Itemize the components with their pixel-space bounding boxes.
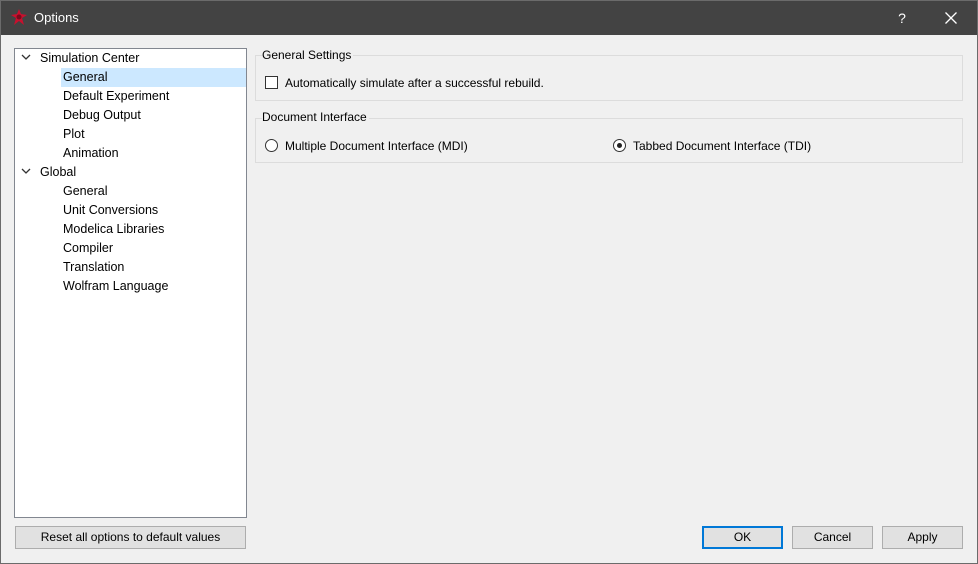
- app-logo-icon: [11, 9, 27, 25]
- auto-simulate-label[interactable]: Automatically simulate after a successfu…: [285, 76, 544, 90]
- tree-item-unit-conversions[interactable]: Unit Conversions: [15, 201, 246, 220]
- title-bar[interactable]: Options ?: [1, 1, 977, 35]
- tree-item-label: Modelica Libraries: [63, 222, 165, 236]
- tree-item-label: Default Experiment: [63, 89, 170, 103]
- radio-selected-dot: [617, 143, 622, 148]
- tree-group-simulation-center[interactable]: Simulation Center: [15, 49, 246, 68]
- tree-item-label: General: [63, 184, 108, 198]
- tree-item-label: Wolfram Language: [63, 279, 169, 293]
- close-icon: [945, 12, 957, 24]
- tree-group-global[interactable]: Global: [15, 163, 246, 182]
- tdi-radio[interactable]: [613, 139, 626, 152]
- tree-item-label: Debug Output: [63, 108, 141, 122]
- tree-item-wolfram-language[interactable]: Wolfram Language: [15, 277, 246, 296]
- close-button[interactable]: [927, 1, 975, 35]
- ok-button[interactable]: OK: [702, 526, 783, 549]
- tree-item-translation[interactable]: Translation: [15, 258, 246, 277]
- tree-item-label: Plot: [63, 127, 85, 141]
- tree-item-animation[interactable]: Animation: [15, 144, 246, 163]
- tree-item-label: General: [63, 70, 108, 84]
- tree-item-modelica-libraries[interactable]: Modelica Libraries: [15, 220, 246, 239]
- options-tree[interactable]: Simulation Center General Default Experi…: [14, 48, 247, 518]
- tree-item-label: Translation: [63, 260, 125, 274]
- mdi-radio[interactable]: [265, 139, 278, 152]
- apply-button[interactable]: Apply: [882, 526, 963, 549]
- tree-item-label: Unit Conversions: [63, 203, 159, 217]
- options-dialog: Options ? Simulation Center General Defa…: [0, 0, 978, 564]
- mdi-label[interactable]: Multiple Document Interface (MDI): [285, 139, 468, 153]
- tree-item-global-general[interactable]: General: [15, 182, 246, 201]
- reset-defaults-button[interactable]: Reset all options to default values: [15, 526, 246, 549]
- cancel-button[interactable]: Cancel: [792, 526, 873, 549]
- chevron-down-icon[interactable]: [21, 168, 31, 175]
- tdi-label[interactable]: Tabbed Document Interface (TDI): [633, 139, 811, 153]
- tree-group-label: Simulation Center: [40, 51, 140, 65]
- tree-item-compiler[interactable]: Compiler: [15, 239, 246, 258]
- tree-item-debug-output[interactable]: Debug Output: [15, 106, 246, 125]
- tree-item-simulation-general[interactable]: General: [15, 68, 246, 87]
- document-interface-title: Document Interface: [262, 110, 369, 124]
- window-title: Options: [34, 10, 79, 25]
- tree-item-default-experiment[interactable]: Default Experiment: [15, 87, 246, 106]
- help-button[interactable]: ?: [879, 1, 925, 35]
- tree-item-plot[interactable]: Plot: [15, 125, 246, 144]
- general-settings-title: General Settings: [262, 48, 354, 62]
- tree-item-label: Animation: [63, 146, 119, 160]
- auto-simulate-checkbox[interactable]: [265, 76, 278, 89]
- tree-group-label: Global: [40, 165, 77, 179]
- tree-item-label: Compiler: [63, 241, 114, 255]
- chevron-down-icon[interactable]: [21, 54, 31, 61]
